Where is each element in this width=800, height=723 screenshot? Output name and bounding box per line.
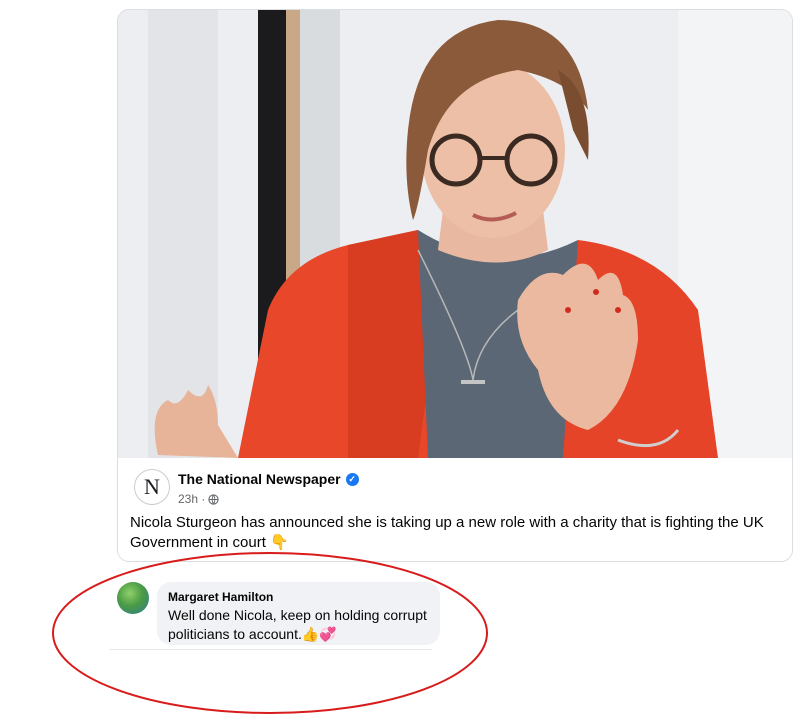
verified-badge-icon: ✓ [345, 472, 359, 486]
post-timestamp[interactable]: 23h · [178, 492, 205, 506]
post-meta: N The National Newspaper ✓ 23h · Nicola … [118, 458, 792, 561]
comment-text: Well done Nicola, keep on holding corrup… [168, 607, 427, 642]
post-timestamp-row: 23h · [178, 492, 219, 506]
page-name-row: The National Newspaper ✓ [178, 471, 359, 487]
post-card: N The National Newspaper ✓ 23h · Nicola … [117, 9, 793, 562]
page-avatar-initial: N [144, 474, 160, 499]
globe-icon [208, 493, 219, 505]
post-photo[interactable] [118, 10, 792, 458]
comment-author[interactable]: Margaret Hamilton [168, 590, 429, 604]
page-avatar[interactable]: N [134, 469, 170, 505]
post-text: Nicola Sturgeon has announced she is tak… [130, 514, 764, 551]
page-name-link[interactable]: The National Newspaper [178, 471, 341, 487]
photo-illustration [118, 10, 792, 458]
comment-bubble: Margaret Hamilton Well done Nicola, keep… [157, 582, 440, 645]
commenter-avatar[interactable] [117, 582, 149, 614]
comment-divider [110, 649, 432, 650]
